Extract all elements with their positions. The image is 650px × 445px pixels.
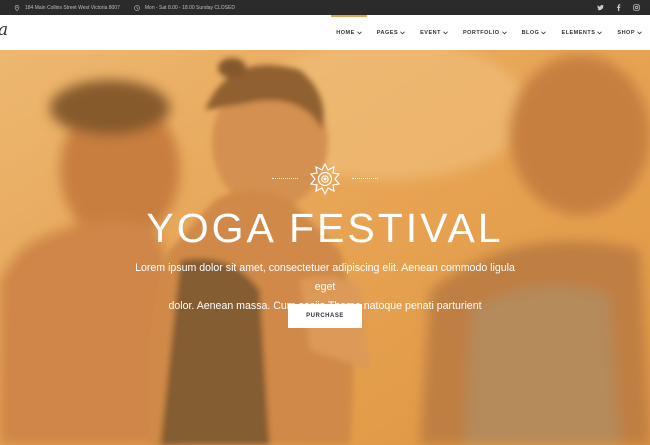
address-text: 184 Main Collins Street West Victoria 80…: [25, 4, 120, 11]
chevron-down-icon: [501, 30, 507, 34]
social-links: [597, 0, 640, 15]
decorative-dotted-line-right: [352, 178, 378, 179]
nav-item-elements[interactable]: ELEMENTS: [561, 15, 603, 50]
nav-item-label: PAGES: [376, 29, 399, 36]
hero-subtitle-line-1: Lorem ipsum dolor sit amet, consectetuer…: [135, 262, 515, 293]
purchase-button[interactable]: PURCHASE: [288, 304, 362, 328]
nav-item-label: EVENT: [420, 29, 441, 36]
top-info-bar: 184 Main Collins Street West Victoria 80…: [0, 0, 650, 15]
chevron-down-icon: [356, 30, 362, 34]
chevron-down-icon: [637, 30, 642, 34]
nav-item-label: HOME: [336, 29, 355, 36]
address-info: 184 Main Collins Street West Victoria 80…: [14, 4, 120, 11]
nav-item-event[interactable]: EVENT: [420, 15, 448, 50]
nav-item-label: SHOP: [617, 29, 635, 36]
site-logo[interactable]: a: [0, 22, 8, 39]
nav-item-pages[interactable]: PAGES: [376, 15, 406, 50]
hero-section: YOGA FESTIVAL Lorem ipsum dolor sit amet…: [0, 50, 650, 445]
nav-item-label: ELEMENTS: [561, 29, 596, 36]
hours-info: Mon - Sat 8.00 - 18.00 Sunday CLOSED: [134, 5, 235, 11]
chevron-down-icon: [443, 30, 448, 34]
decorative-dotted-line-left: [272, 178, 298, 179]
nav-item-label: BLOG: [521, 29, 540, 36]
main-header: a HOME PAGES EVENT PORTFOLIO BLOG ELEMEN…: [0, 15, 650, 50]
chevron-down-icon: [541, 30, 547, 34]
chevron-down-icon: [597, 30, 603, 34]
location-pin-icon: [14, 4, 20, 11]
facebook-icon[interactable]: [615, 4, 622, 11]
main-nav: HOME PAGES EVENT PORTFOLIO BLOG ELEMENTS…: [321, 15, 642, 50]
nav-item-blog[interactable]: BLOG: [522, 15, 547, 50]
nav-item-label: PORTFOLIO: [462, 29, 500, 36]
hours-text: Mon - Sat 8.00 - 18.00 Sunday CLOSED: [144, 4, 235, 11]
nav-item-shop[interactable]: SHOP: [617, 15, 642, 50]
hero-title: YOGA FESTIVAL: [146, 205, 504, 251]
chevron-down-icon: [400, 30, 406, 34]
nav-item-home[interactable]: HOME: [331, 15, 367, 50]
nav-item-portfolio[interactable]: PORTFOLIO: [463, 15, 507, 50]
clock-icon: [134, 4, 140, 11]
instagram-icon[interactable]: [633, 4, 640, 11]
twitter-icon[interactable]: [597, 4, 604, 11]
lotus-mandala-icon: [309, 162, 341, 196]
